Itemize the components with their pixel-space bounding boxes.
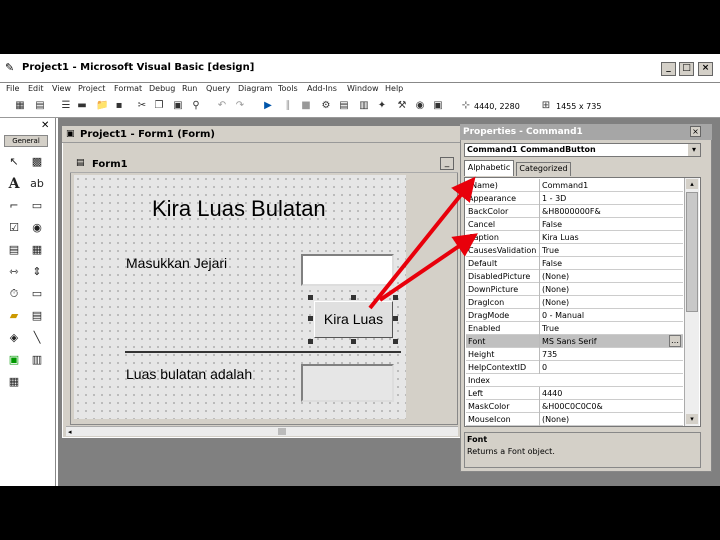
annotation-arrows (368, 176, 478, 310)
arrow-to-name-row (368, 176, 476, 310)
arrow-to-caption-row (378, 233, 478, 302)
